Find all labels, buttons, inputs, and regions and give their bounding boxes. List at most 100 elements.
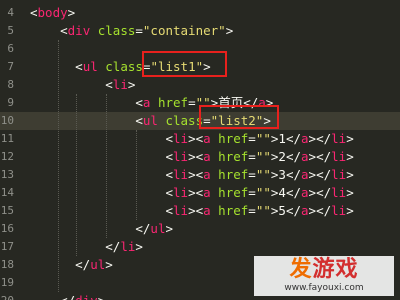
code-text: <li><a href="">1</a></li> <box>30 130 354 148</box>
code-token: a <box>301 185 309 200</box>
code-token: < <box>30 5 38 20</box>
code-token: class <box>90 23 136 38</box>
code-token: href <box>150 95 189 110</box>
line-number: 5 <box>7 24 14 37</box>
code-token: href <box>210 131 249 146</box>
code-line[interactable]: 13 <li><a href="">3</a></li> <box>0 166 400 184</box>
code-text: <li><a href="">3</a></li> <box>30 166 354 184</box>
code-line[interactable]: 4 <body> <box>0 4 400 22</box>
code-token: class <box>157 113 204 128</box>
code-token: > <box>225 23 234 38</box>
code-line[interactable]: 15 <li><a href="">5</a></li> <box>0 202 400 220</box>
code-token: >< <box>188 131 204 146</box>
line-number: 6 <box>7 42 14 55</box>
code-token: a <box>203 185 211 200</box>
code-text: <li><a href="">4</a></li> <box>30 184 353 202</box>
code-token: </ <box>105 239 121 254</box>
highlight-box-list2 <box>199 105 279 129</box>
line-number: 16 <box>0 222 14 235</box>
code-token: ul <box>82 59 98 74</box>
code-token: 4 <box>278 185 286 200</box>
line-number: 15 <box>0 204 14 217</box>
code-token: ></ <box>308 185 332 200</box>
code-token: div <box>75 293 98 300</box>
line-number: 13 <box>0 168 14 181</box>
watermark-logo-rest: 游戏 <box>312 257 359 282</box>
code-token: > <box>346 149 354 164</box>
code-token: li <box>173 185 189 200</box>
code-token: < <box>165 149 173 164</box>
code-editor[interactable]: 4 <body> 5 <div class="container"> 6 7 <ul c… <box>0 0 400 300</box>
code-token: ul <box>150 221 166 236</box>
code-token: a <box>203 167 211 182</box>
line-number: 19 <box>0 276 14 289</box>
line-number: 14 <box>0 186 14 199</box>
line-number: 10 <box>0 114 14 127</box>
code-token: a <box>203 203 211 218</box>
code-token: > <box>346 203 354 218</box>
code-token: "container" <box>142 23 226 38</box>
code-token: > <box>98 293 106 300</box>
code-token: li <box>173 167 189 182</box>
code-token: >< <box>188 203 204 218</box>
code-text: </div> <box>30 292 105 300</box>
code-token: < <box>165 185 173 200</box>
line-number: 18 <box>0 258 14 271</box>
code-token: 3 <box>278 167 286 182</box>
code-token: </ <box>285 167 302 182</box>
code-token: div <box>67 23 91 38</box>
code-text: <li><a href="">2</a></li> <box>30 148 354 166</box>
code-token: ></ <box>308 149 332 164</box>
code-token: > <box>67 5 76 20</box>
code-text: <div class="container"> <box>30 22 233 40</box>
code-token: li <box>331 131 347 146</box>
code-line[interactable]: 5 <div class="container"> <box>0 22 400 40</box>
code-token: li <box>331 185 347 200</box>
code-line[interactable]: 11 <li><a href="">1</a></li> <box>0 130 400 148</box>
code-token: ul <box>90 257 106 272</box>
code-token: < <box>165 131 173 146</box>
code-token: </ <box>285 149 302 164</box>
code-token: 5 <box>278 203 286 218</box>
code-line[interactable]: 17 </li> <box>0 238 400 256</box>
code-line[interactable]: 16 </ul> <box>0 220 400 238</box>
code-token: body <box>37 5 68 20</box>
code-line[interactable]: 12 <li><a href="">2</a></li> <box>0 148 400 166</box>
code-token: > <box>346 131 354 146</box>
code-token: li <box>331 149 347 164</box>
code-token: </ <box>285 203 302 218</box>
code-token: li <box>173 131 189 146</box>
code-token: > <box>165 221 174 236</box>
code-token: li <box>112 77 128 92</box>
code-text: </ul> <box>30 256 113 274</box>
code-token: li <box>120 239 136 254</box>
code-token: >< <box>188 149 204 164</box>
code-token: "" <box>255 149 271 164</box>
code-token: = <box>248 131 256 146</box>
code-token: li <box>331 203 347 218</box>
code-token: </ <box>285 131 302 146</box>
site-watermark-logo: 发游戏 www.fayouxi.com <box>254 256 394 296</box>
indent-guide <box>76 94 77 256</box>
line-number: 20 <box>0 292 14 300</box>
code-token: a <box>301 167 309 182</box>
code-token: < <box>135 113 143 128</box>
code-line[interactable]: 8 <li> <box>0 76 400 94</box>
code-token: < <box>135 95 143 110</box>
line-number: 7 <box>7 60 14 73</box>
code-token: </ <box>60 293 75 300</box>
code-token: = <box>248 167 256 182</box>
code-text: <li> <box>30 76 135 94</box>
code-token: li <box>173 149 189 164</box>
code-line[interactable]: 14 <li><a href="">4</a></li> <box>0 184 400 202</box>
code-token: li <box>173 203 189 218</box>
code-token: ></ <box>308 131 332 146</box>
code-token: > <box>346 167 354 182</box>
